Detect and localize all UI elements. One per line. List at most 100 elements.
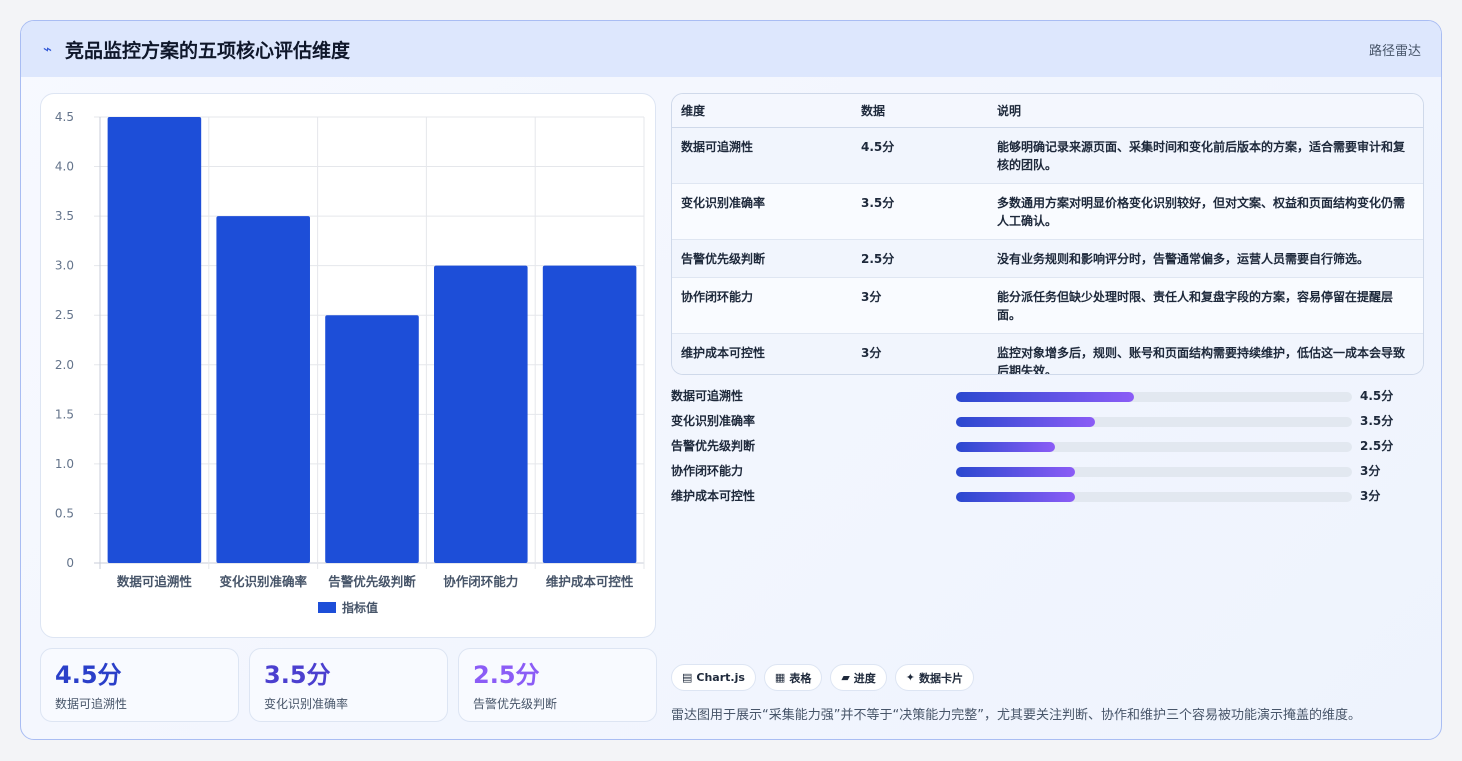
progress-fill — [956, 417, 1095, 427]
dimension-table: 维度 数据 说明 数据可追溯性 4.5分 能够明确记录来源页面、采集时间和变化前… — [671, 93, 1424, 375]
progress-value: 3分 — [1360, 464, 1381, 478]
bar — [107, 117, 202, 563]
cell-description: 能够明确记录来源页面、采集时间和变化前后版本的方案，适合需要审计和复核的团队。 — [988, 127, 1423, 184]
page-title: 竞品监控方案的五项核心评估维度 — [65, 39, 351, 62]
stat-card-1: 4.5分 数据可追溯性 — [40, 648, 239, 722]
progress-label: 变化识别准确率 — [671, 414, 756, 428]
x-tick-label: 维护成本可控性 — [546, 574, 634, 589]
cell-dimension: 数据可追溯性 — [672, 127, 852, 184]
stat-label: 告警优先级判断 — [473, 697, 558, 711]
chip-chartjs[interactable]: ▤ Chart.js — [671, 664, 756, 691]
table-header-row: 维度 数据 说明 — [672, 94, 1423, 128]
bar — [542, 265, 637, 563]
chip-table[interactable]: ▦ 表格 — [763, 664, 823, 691]
progress-label: 数据可追溯性 — [671, 389, 744, 403]
progress-fill — [956, 442, 1055, 452]
y-tick-label: 2.5 — [55, 308, 74, 322]
y-tick-label: 1.5 — [55, 407, 74, 421]
y-tick-label: 0.5 — [55, 506, 74, 520]
cell-dimension: 变化识别准确率 — [672, 183, 852, 240]
stat-value: 4.5分 — [55, 661, 122, 689]
progress-icon: ▰ — [841, 671, 850, 684]
progress-track — [956, 392, 1352, 402]
card-icon: ✦ — [905, 671, 916, 684]
y-tick-label: 3.0 — [55, 259, 74, 273]
x-tick-label: 告警优先级判断 — [328, 574, 416, 589]
table-row: 告警优先级判断 2.5分 没有业务规则和影响评分时，告警通常偏多，运营人员需要自… — [672, 239, 1423, 278]
bar-chart-panel: 0 0.5 1.0 1.5 2.0 2.5 3.0 3.5 4.0 4.5 数据可追溯性 变化识别准确… — [40, 93, 656, 638]
cell-score: 3.5分 — [852, 183, 988, 240]
table-row: 协作闭环能力 3分 能分派任务但缺少处理时限、责任人和复盘字段的方案，容易停留在… — [672, 277, 1423, 334]
cell-score: 3分 — [852, 277, 988, 334]
y-tick-label: 4.5 — [55, 110, 74, 124]
stat-label: 数据可追溯性 — [55, 697, 128, 711]
progress-label: 协作闭环能力 — [671, 464, 744, 478]
bar — [216, 216, 310, 563]
progress-fill — [956, 467, 1075, 477]
progress-track — [956, 492, 1352, 502]
chip-progress[interactable]: ▰ 进度 — [830, 664, 887, 691]
cell-description: 能分派任务但缺少处理时限、责任人和复盘字段的方案，容易停留在提醒层面。 — [988, 277, 1423, 334]
progress-list: 数据可追溯性 4.5分 变化识别准确率 3.5分 告警优先级判断 2.5分 协作… — [671, 384, 1431, 509]
table-row: 维护成本可控性 3分 监控对象增多后，规则、账号和页面结构需要持续维护，低估这一… — [672, 333, 1423, 374]
chart-icon: ▤ — [682, 671, 693, 684]
cell-score: 2.5分 — [852, 239, 988, 278]
progress-value: 2.5分 — [1360, 439, 1394, 453]
column-header-data: 数据 — [852, 94, 988, 128]
progress-label: 维护成本可控性 — [671, 489, 756, 503]
chip-label: 进度 — [853, 671, 876, 685]
progress-fill — [956, 492, 1075, 502]
progress-value: 3分 — [1360, 489, 1381, 503]
progress-row: 维护成本可控性 3分 — [671, 484, 1431, 509]
dashboard-card: ⌁ 竞品监控方案的五项核心评估维度 路径雷达 0 0.5 1.0 1.5 2.0 2.5 3… — [20, 20, 1442, 740]
cell-score: 4.5分 — [852, 127, 988, 184]
stat-value: 2.5分 — [473, 661, 540, 689]
cell-description: 没有业务规则和影响评分时，告警通常偏多，运营人员需要自行筛选。 — [988, 239, 1423, 278]
progress-value: 3.5分 — [1360, 414, 1394, 428]
y-tick-label: 4.0 — [55, 160, 74, 174]
cell-dimension: 协作闭环能力 — [672, 277, 852, 334]
legend-label: 指标值 — [342, 600, 378, 615]
pulse-icon: ⌁ — [43, 40, 53, 58]
column-header-dimension: 维度 — [672, 94, 852, 128]
bar-chart: 0 0.5 1.0 1.5 2.0 2.5 3.0 3.5 4.0 4.5 数据可追溯性 变化识别准确… — [55, 110, 645, 615]
table-row: 数据可追溯性 4.5分 能够明确记录来源页面、采集时间和变化前后版本的方案，适合… — [672, 127, 1423, 184]
cell-description: 监控对象增多后，规则、账号和页面结构需要持续维护，低估这一成本会导致后期失效。 — [988, 333, 1423, 374]
stat-card-3: 2.5分 告警优先级判断 — [458, 648, 657, 722]
progress-row: 变化识别准确率 3.5分 — [671, 409, 1431, 434]
stat-value: 3.5分 — [264, 661, 331, 689]
column-header-description: 说明 — [988, 94, 1423, 128]
progress-track — [956, 442, 1352, 452]
progress-row: 告警优先级判断 2.5分 — [671, 434, 1431, 459]
bar — [325, 315, 419, 563]
y-tick-label: 3.5 — [55, 209, 74, 223]
stat-card-2: 3.5分 变化识别准确率 — [249, 648, 448, 722]
card-header: ⌁ 竞品监控方案的五项核心评估维度 路径雷达 — [21, 21, 1441, 77]
cell-score: 3分 — [852, 333, 988, 374]
progress-value: 4.5分 — [1360, 389, 1394, 403]
tag-chips: ▤ Chart.js ▦ 表格 ▰ 进度 ✦ 数据卡片 — [671, 664, 975, 691]
y-tick-label: 1.0 — [55, 457, 74, 471]
header-tag: 路径雷达 — [1368, 43, 1421, 59]
table-row: 变化识别准确率 3.5分 多数通用方案对明显价格变化识别较好，但对文案、权益和页… — [672, 183, 1423, 240]
y-tick-label: 2.0 — [55, 358, 74, 372]
progress-label: 告警优先级判断 — [671, 439, 756, 453]
progress-row: 协作闭环能力 3分 — [671, 459, 1431, 484]
progress-fill — [956, 392, 1135, 402]
chip-label: 数据卡片 — [919, 671, 964, 685]
chip-data-card[interactable]: ✦ 数据卡片 — [894, 664, 975, 691]
cell-dimension: 告警优先级判断 — [672, 239, 852, 278]
x-tick-label: 变化识别准确率 — [219, 574, 307, 589]
progress-row: 数据可追溯性 4.5分 — [671, 384, 1431, 409]
cell-description: 多数通用方案对明显价格变化识别较好，但对文案、权益和页面结构变化仍需人工确认。 — [988, 183, 1423, 240]
table-icon: ▦ — [774, 671, 786, 684]
stat-label: 变化识别准确率 — [264, 697, 349, 711]
progress-track — [956, 417, 1352, 427]
y-tick-label: 0 — [66, 556, 74, 570]
chip-label: Chart.js — [696, 671, 745, 684]
progress-track — [956, 467, 1352, 477]
legend-swatch — [318, 602, 336, 613]
x-tick-label: 数据可追溯性 — [116, 574, 193, 589]
x-tick-label: 协作闭环能力 — [443, 574, 518, 589]
bar — [434, 265, 528, 563]
